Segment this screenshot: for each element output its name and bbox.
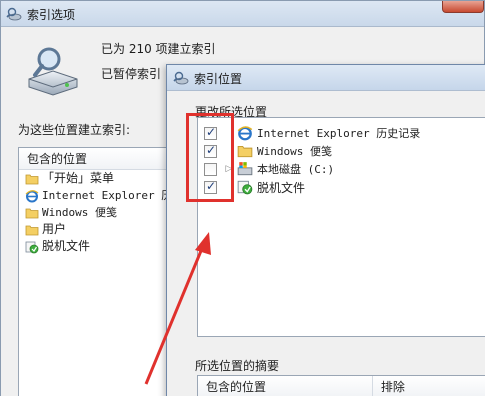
summary-col-excluded[interactable]: 排除 bbox=[373, 376, 485, 396]
tree-item-offline-files[interactable]: ▷ 脱机文件 bbox=[198, 178, 485, 196]
folder-icon bbox=[237, 145, 253, 158]
offline-files-icon bbox=[237, 180, 253, 195]
list-item-label: Windows 便笺 bbox=[42, 206, 117, 219]
tree-item-label: 脱机文件 bbox=[257, 180, 306, 195]
list-item-label: 「开始」菜单 bbox=[42, 171, 115, 185]
list-item-label: Internet Explorer 历 bbox=[42, 189, 173, 202]
summary-label: 所选位置的摘要 bbox=[195, 359, 280, 373]
local-disk-icon bbox=[237, 162, 253, 176]
list-item-label: 用户 bbox=[42, 222, 67, 236]
annotation-highlight-box bbox=[186, 113, 234, 202]
indexing-app-icon bbox=[173, 71, 189, 85]
list-item-label: 脱机文件 bbox=[42, 239, 91, 253]
summary-header: 包含的位置 排除 bbox=[198, 376, 485, 396]
tree-item-label: Internet Explorer 历史记录 bbox=[257, 127, 421, 140]
indexing-drive-icon bbox=[28, 47, 78, 96]
tree-item-label: 本地磁盘 (C:) bbox=[257, 163, 335, 176]
dialog-title: 索引位置 bbox=[194, 72, 243, 86]
dialog-title-bar[interactable]: 索引位置 bbox=[167, 65, 485, 91]
ie-icon bbox=[237, 126, 253, 141]
folder-icon bbox=[25, 225, 39, 235]
indexing-paused-text: 已暂停索引 bbox=[101, 67, 162, 81]
ie-icon bbox=[25, 189, 39, 202]
summary-col-included[interactable]: 包含的位置 bbox=[198, 376, 373, 396]
title-bar[interactable]: 索引选项 bbox=[1, 1, 484, 27]
tree-item-windows-sticky-notes[interactable]: ▷ Windows 便笺 bbox=[198, 142, 485, 160]
folder-icon bbox=[25, 174, 39, 184]
close-button[interactable] bbox=[442, 1, 484, 13]
tree-item-label: Windows 便笺 bbox=[257, 145, 332, 158]
indexed-count-text: 已为 210 项建立索引 bbox=[101, 42, 216, 56]
offline-files-icon bbox=[25, 241, 39, 253]
folder-icon bbox=[25, 208, 39, 218]
index-locations-label: 为这些位置建立索引: bbox=[18, 123, 131, 137]
locations-tree[interactable]: ▷ Internet Explorer 历史记录 ▷ Windows 便笺 ▷ … bbox=[197, 117, 485, 337]
window-title: 索引选项 bbox=[27, 8, 76, 22]
indexing-app-icon bbox=[6, 7, 22, 21]
tree-item-local-disk[interactable]: ▷ 本地磁盘 (C:) bbox=[198, 160, 485, 178]
tree-item-ie-history[interactable]: ▷ Internet Explorer 历史记录 bbox=[198, 124, 485, 142]
summary-list[interactable]: 包含的位置 排除 bbox=[197, 375, 485, 396]
